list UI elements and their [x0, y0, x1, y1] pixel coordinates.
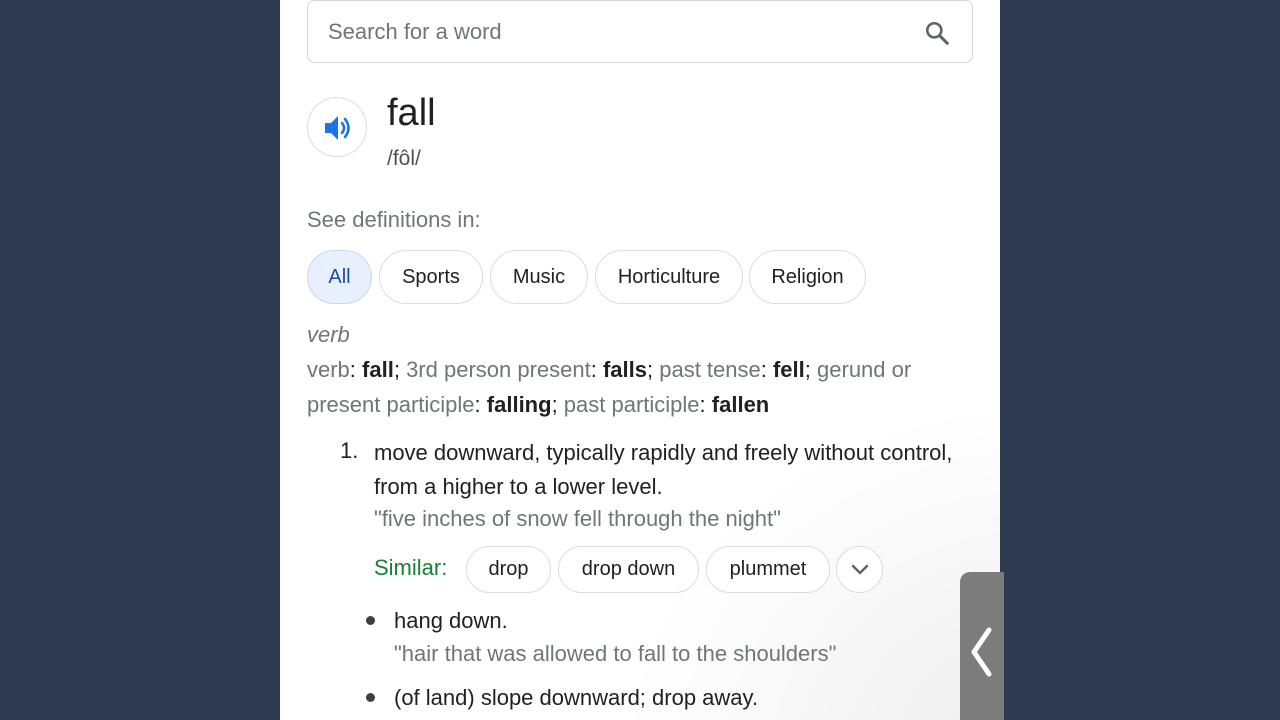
bullet: [366, 693, 375, 702]
search-icon[interactable]: [924, 20, 950, 46]
search-input[interactable]: [328, 1, 888, 62]
chip-music[interactable]: Music: [490, 250, 588, 304]
chip-religion[interactable]: Religion: [749, 250, 866, 304]
similar-chip-plummet[interactable]: plummet: [706, 546, 830, 593]
definition-number: 1.: [340, 438, 359, 463]
dictionary-card: fall /fôl/ See definitions in: All Sport…: [280, 0, 1000, 720]
chip-sports[interactable]: Sports: [379, 250, 483, 304]
form-value: fell: [772, 357, 805, 382]
chevron-down-icon: [851, 564, 869, 575]
expand-similar-button[interactable]: [836, 546, 883, 593]
form-label: past participle: [563, 392, 700, 417]
sub-definition: (of land) slope downward; drop away.: [394, 685, 759, 710]
sub-definition: hang down.: [394, 608, 508, 633]
definition-example: "five inches of snow fell through the ni…: [374, 506, 781, 531]
similar-label: Similar:: [374, 555, 448, 580]
see-definitions-label: See definitions in:: [307, 207, 481, 232]
chip-all[interactable]: All: [307, 250, 372, 304]
form-value: falling: [486, 392, 552, 417]
similar-chip-drop[interactable]: drop: [466, 546, 551, 593]
similar-chip-drop-down[interactable]: drop down: [558, 546, 699, 593]
verb-forms: verb: fall; 3rd person present: falls; p…: [307, 357, 912, 417]
chip-horticulture[interactable]: Horticulture: [595, 250, 743, 304]
speaker-icon: [325, 116, 350, 140]
chevron-left-icon: [971, 627, 992, 677]
sub-definition-example: "hair that was allowed to fall to the sh…: [394, 641, 837, 666]
definition-text: move downward, typically rapidly and fre…: [374, 440, 953, 499]
search-box[interactable]: [307, 0, 973, 63]
form-value: fallen: [711, 392, 770, 417]
form-label: 3rd person present: [406, 357, 591, 382]
phonetic: /fôl/: [387, 147, 421, 170]
form-label: past tense: [659, 357, 761, 382]
headword: fall: [387, 92, 436, 134]
part-of-speech: verb: [307, 322, 350, 347]
side-panel-handle[interactable]: [960, 572, 1004, 720]
bullet: [366, 616, 375, 625]
form-value: falls: [602, 357, 647, 382]
form-label: verb: [307, 357, 350, 382]
pronunciation-button[interactable]: [307, 97, 367, 157]
form-value: fall: [362, 357, 394, 382]
